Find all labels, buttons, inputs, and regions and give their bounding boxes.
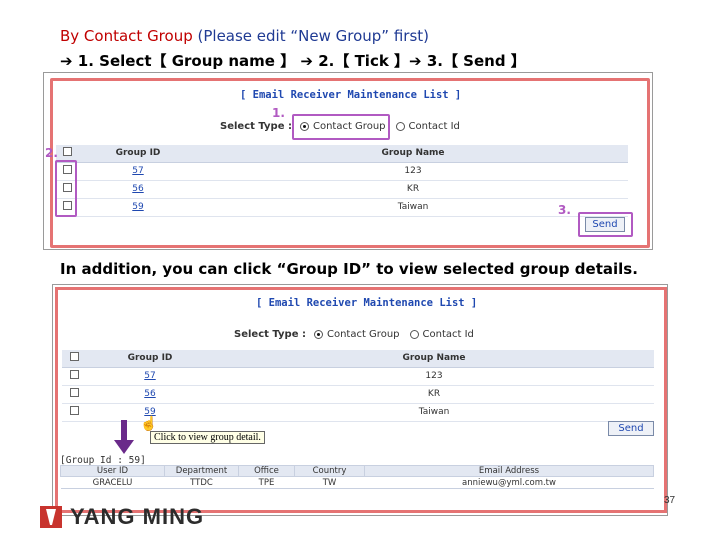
group-id-link[interactable]: 56	[144, 389, 155, 399]
group-table: Group ID Group Name 57 123 56 KR 59 Taiw…	[62, 350, 654, 422]
col-email-address: Email Address	[364, 465, 654, 477]
arrow-down-icon	[114, 420, 134, 454]
step2-marker: 2.	[45, 146, 58, 160]
radio-contact-group[interactable]	[313, 330, 323, 339]
table-row: 57 123	[62, 367, 654, 386]
logo-text: YANG MING	[70, 504, 205, 529]
radio-contact-id-label: Contact Id	[422, 329, 474, 340]
row-checkbox[interactable]	[69, 406, 79, 415]
select-all-checbox[interactable]	[69, 352, 79, 362]
col-country: Country	[294, 465, 365, 477]
select-type-label: Select Type :	[234, 329, 306, 340]
step3-marker: 3.	[558, 203, 571, 217]
col-department: Department	[164, 465, 239, 477]
step1-highlight	[292, 114, 390, 140]
col-group-id[interactable]: Group ID	[86, 350, 214, 368]
group-id-link[interactable]: 56	[132, 184, 143, 194]
group-id-link[interactable]: 59	[132, 202, 143, 212]
table-row: 56 KR	[62, 385, 654, 404]
group-id-link[interactable]: 57	[132, 166, 143, 176]
row-checkbox[interactable]	[69, 370, 79, 379]
group-name-cell: Taiwan	[214, 403, 654, 422]
step2-highlight	[55, 160, 77, 217]
list-title: [ Email Receiver Maintenance List ]	[240, 89, 462, 101]
col-group-id[interactable]: Group ID	[78, 145, 198, 163]
department-cell: TTDC	[164, 476, 239, 489]
group-detail-table: User ID Department Office Country Email …	[60, 465, 654, 489]
group-name-cell: 123	[214, 367, 654, 386]
group-name-cell: KR	[214, 385, 654, 404]
heading-contact-group: By Contact Group	[60, 27, 193, 45]
group-id-link[interactable]: 57	[144, 371, 155, 381]
select-type-label: Select Type :	[220, 121, 292, 132]
send-button[interactable]: Send	[608, 421, 654, 436]
col-office: Office	[238, 465, 295, 477]
company-logo: YANG MING	[40, 504, 204, 530]
instruction-steps: ➔ 1. Select【 Group name 】 ➔ 2.【 Tick 】➔ …	[60, 52, 526, 70]
logo-mark-icon	[40, 506, 62, 528]
group-detail-note: In addition, you can click “Group ID” to…	[60, 260, 638, 278]
col-group-name: Group Name	[198, 145, 628, 163]
table-row: 56 KR	[56, 180, 628, 199]
hand-cursor-icon: ☝	[140, 415, 158, 431]
table-row: GRACELU TTDC TPE TW anniewu@yml.com.tw	[60, 476, 654, 489]
country-cell: TW	[294, 476, 365, 489]
table-row: 57 123	[56, 162, 628, 181]
group-detail-tooltip: Click to view group detail.	[150, 431, 265, 444]
select-all-checkbox[interactable]	[62, 147, 72, 157]
table-row: 59 Taiwan	[56, 198, 628, 217]
heading-note: (Please edit “New Group” first)	[192, 27, 430, 45]
group-name-cell: KR	[198, 180, 628, 199]
col-group-name: Group Name	[214, 350, 654, 368]
radio-contact-group-label: Contact Group	[326, 329, 400, 340]
radio-contact-id[interactable]	[395, 122, 405, 131]
group-name-cell: 123	[198, 162, 628, 181]
group-table: Group ID Group Name 57 123 56 KR 59 Taiw…	[56, 145, 628, 217]
radio-contact-id[interactable]	[409, 330, 419, 339]
select-type-row: Select Type : Contact Group Contact Id	[234, 329, 480, 340]
office-cell: TPE	[238, 476, 295, 489]
page-number: 37	[664, 495, 676, 506]
list-title: [ Email Receiver Maintenance List ]	[256, 297, 478, 309]
step3-highlight	[578, 212, 633, 237]
step1-marker: 1.	[272, 106, 285, 120]
row-checkbox[interactable]	[69, 388, 79, 397]
user-id-cell: GRACELU	[60, 476, 165, 489]
col-user-id: User ID	[60, 465, 165, 477]
instruction-heading: By Contact Group (Please edit “New Group…	[60, 27, 429, 45]
radio-contact-id-label: Contact Id	[408, 121, 460, 132]
email-cell: anniewu@yml.com.tw	[364, 476, 654, 489]
